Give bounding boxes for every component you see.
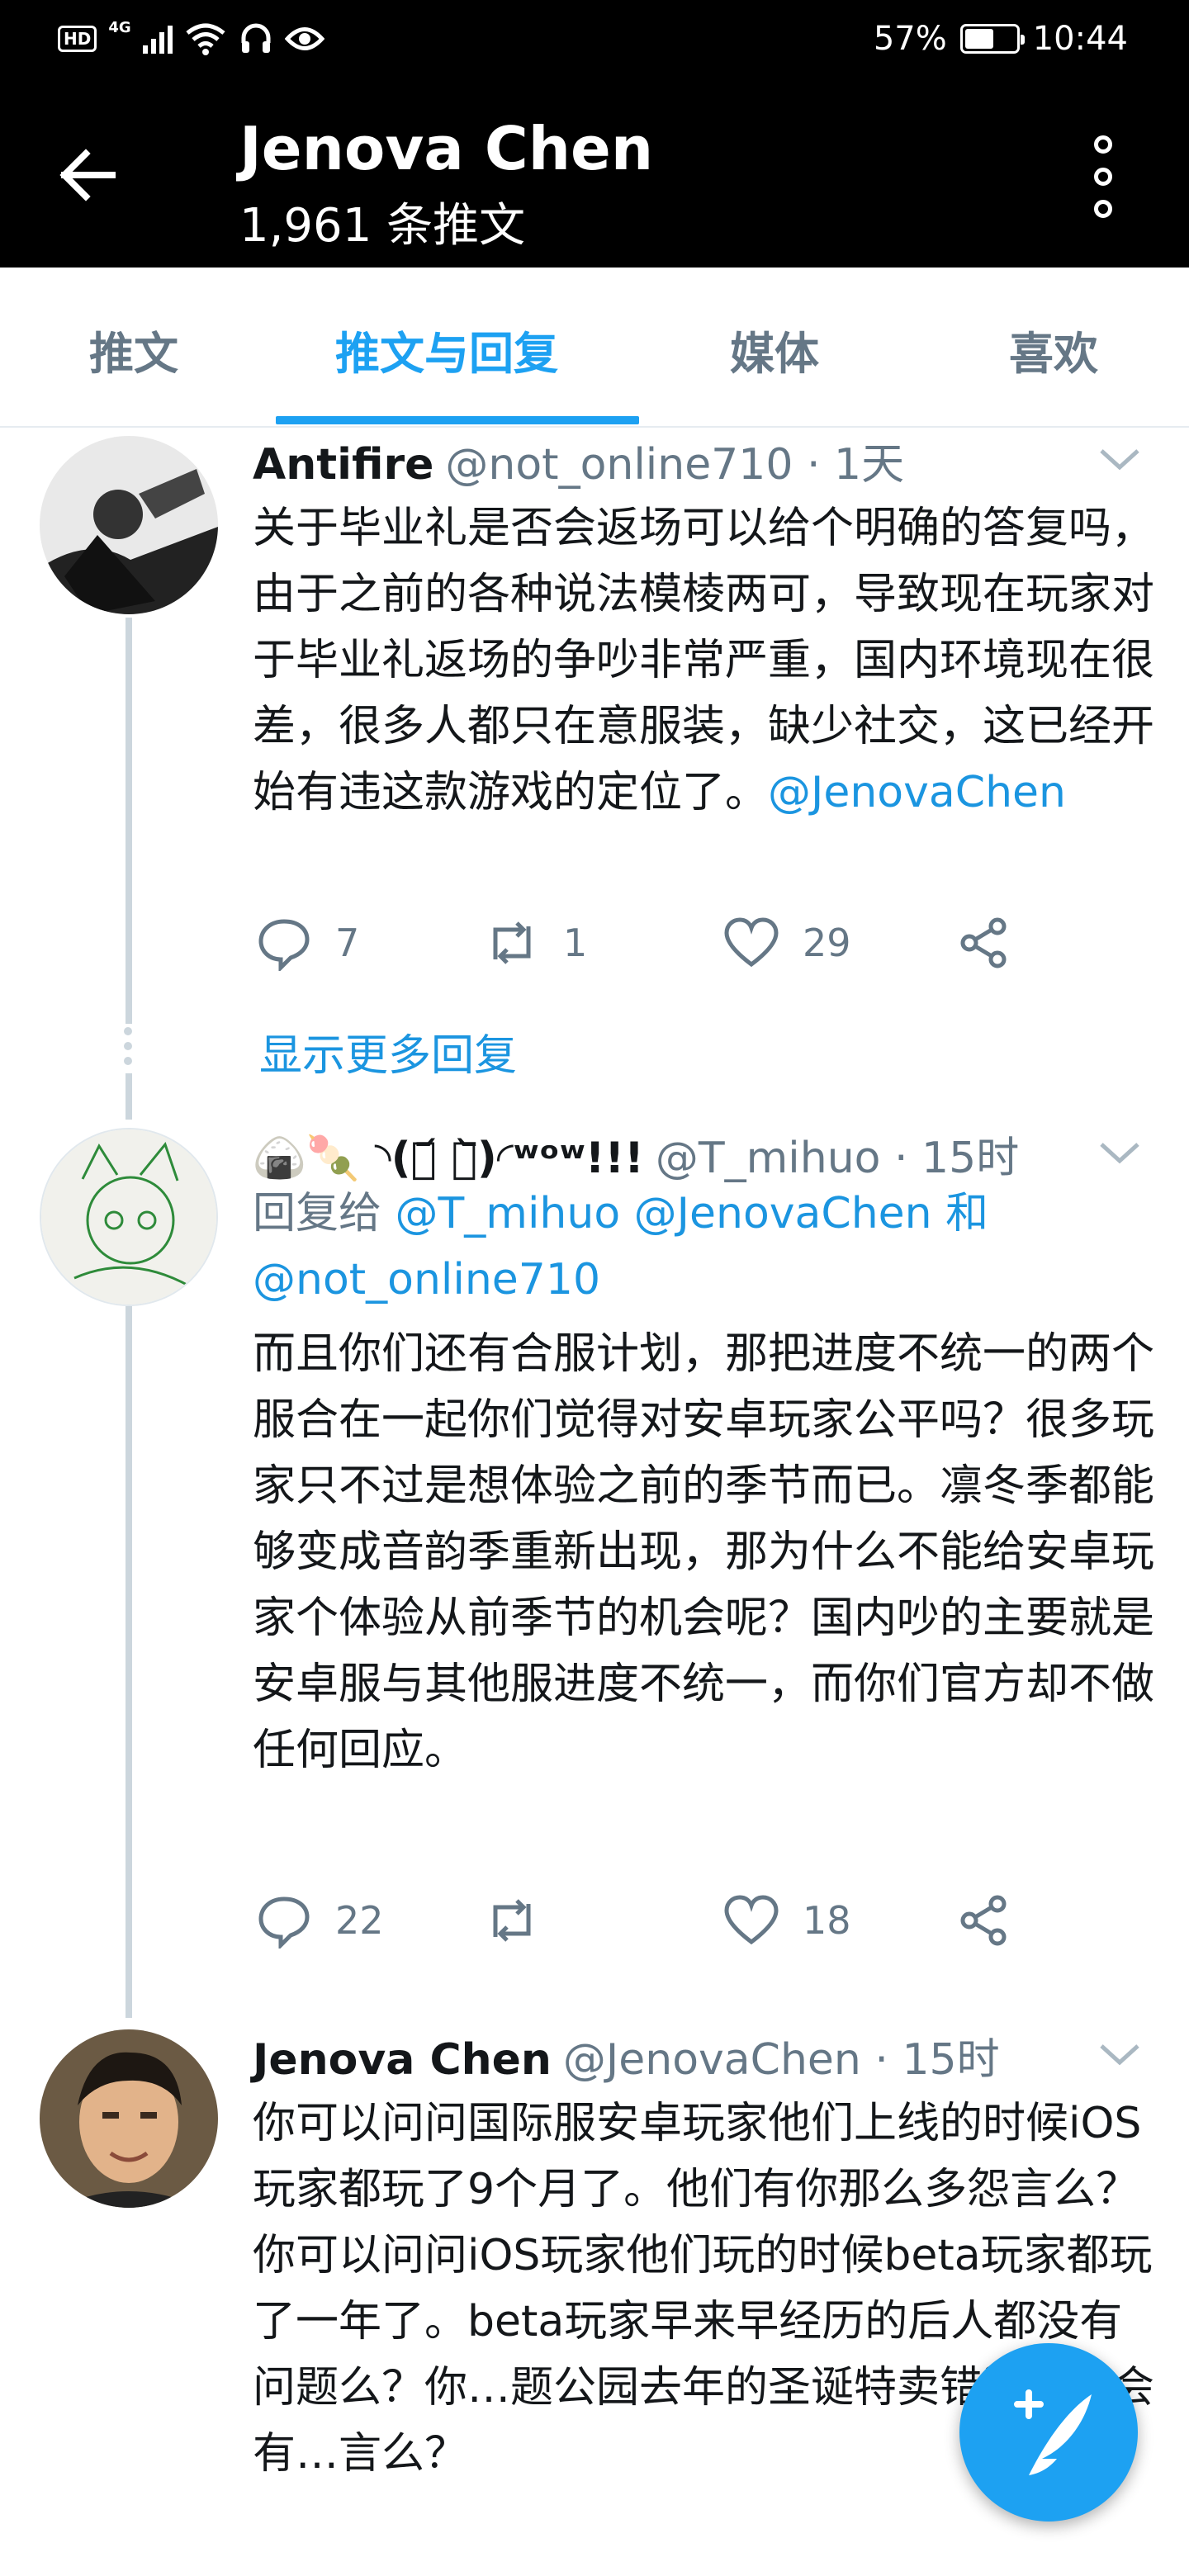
- avatar-image: [40, 2029, 218, 2208]
- status-bar: HD 4G 57% 10:44: [0, 0, 1189, 83]
- network-type: 4G: [108, 18, 131, 36]
- reply-count: 7: [335, 921, 360, 965]
- reply-icon: [258, 1896, 310, 1949]
- reply-button[interactable]: 22: [256, 1892, 384, 1949]
- like-button[interactable]: 18: [723, 1892, 851, 1949]
- mention-link[interactable]: @JenovaChen: [768, 768, 1066, 817]
- thread-line: [126, 1306, 132, 2018]
- clock: 10:44: [1032, 20, 1128, 58]
- profile-header: Jenova Chen 1,961 条推文: [0, 83, 1189, 268]
- eye-icon: [284, 27, 324, 50]
- avatar[interactable]: [40, 2029, 218, 2208]
- like-button[interactable]: 29: [723, 915, 851, 971]
- profile-tabs: 推文 推文与回复 媒体 喜欢: [0, 268, 1189, 428]
- tab-tweets[interactable]: 推文: [89, 317, 178, 382]
- reply-mentions[interactable]: @T_mihuo @JenovaChen 和: [396, 1189, 989, 1238]
- arrow-left-icon: [59, 149, 116, 201]
- battery-level: [964, 29, 993, 49]
- status-icons-left: HD 4G: [58, 18, 324, 56]
- battery-percent: 57%: [873, 20, 947, 58]
- tab-media[interactable]: 媒体: [730, 317, 819, 382]
- tweet-text: 而且你们还有合服计划，那把进度不统一的两个服合在一起你们觉得对安卓玩家公平吗？很…: [253, 1329, 1155, 1775]
- tweet-text: 关于毕业礼是否会返场可以给个明确的答复吗，由于之前的各种说法模棱两可，导致现在玩…: [253, 504, 1155, 817]
- reply-button[interactable]: 7: [256, 915, 359, 971]
- share-button[interactable]: [956, 915, 1012, 971]
- display-name[interactable]: Jenova Chen: [253, 2035, 552, 2085]
- share-button[interactable]: [956, 1892, 1012, 1949]
- tweet-header: Jenova Chen @JenovaChen · 15时: [253, 2024, 1000, 2086]
- wifi-icon: [186, 23, 225, 55]
- tweet-header: 🍙🍡 ◝(ㆆ᷄ ㆆ᷅)◜ʷᵒʷ!!! @T_mihuo · 15时: [253, 1123, 1019, 1185]
- tweet-actions: 22 18: [256, 1892, 1032, 1958]
- reply-count: 22: [335, 1898, 384, 1943]
- handle-and-time: @JenovaChen · 15时: [562, 2035, 1000, 2085]
- heart-icon: [724, 917, 779, 968]
- battery-icon: [959, 24, 1025, 54]
- back-button[interactable]: [53, 140, 122, 210]
- retweet-icon: [493, 1899, 531, 1942]
- compose-feather-icon: [1014, 2389, 1092, 2475]
- tweet-actions: 7 1 29: [256, 915, 1032, 981]
- retweet-button[interactable]: 1: [484, 915, 587, 971]
- handle-and-time: @not_online710 · 1天: [445, 440, 905, 490]
- profile-name: Jenova Chen: [239, 114, 654, 183]
- thread-line: [126, 618, 132, 1024]
- hd-badge: HD: [58, 26, 97, 52]
- retweet-button[interactable]: [484, 1892, 563, 1949]
- like-count: 18: [803, 1898, 851, 1943]
- retweet-count: 1: [563, 921, 588, 965]
- display-name[interactable]: 🍙🍡 ◝(ㆆ᷄ ㆆ᷅)◜ʷᵒʷ!!!: [253, 1133, 644, 1183]
- compose-tweet-button[interactable]: [959, 2343, 1138, 2522]
- status-icons-right: 57% 10:44: [874, 20, 1128, 58]
- thread-line: [126, 1073, 132, 1120]
- chevron-down-icon[interactable]: [1097, 2038, 1143, 2071]
- replying-to: 回复给 @T_mihuo @JenovaChen 和 @not_online71…: [253, 1189, 989, 1305]
- headset-icon: [241, 23, 271, 53]
- reply-icon: [258, 919, 310, 971]
- tweet-header: Antifire @not_online710 · 1天: [253, 429, 904, 491]
- like-count: 29: [803, 921, 851, 965]
- avatar[interactable]: [40, 436, 218, 614]
- share-icon: [960, 1895, 1007, 1946]
- tab-likes[interactable]: 喜欢: [1009, 317, 1098, 382]
- display-name[interactable]: Antifire: [253, 440, 433, 490]
- retweet-icon: [493, 921, 531, 964]
- tweet-count: 1,961 条推文: [239, 199, 526, 253]
- active-tab-indicator: [276, 416, 639, 424]
- heart-icon: [724, 1895, 779, 1945]
- tab-tweets-and-replies[interactable]: 推文与回复: [335, 317, 558, 382]
- avatar-image: [40, 436, 218, 614]
- avatar[interactable]: [40, 1128, 218, 1306]
- handle-and-time: @T_mihuo · 15时: [655, 1134, 1020, 1183]
- avatar-image: [41, 1129, 216, 1305]
- share-icon: [960, 917, 1007, 968]
- more-options-button[interactable]: [1087, 135, 1120, 218]
- more-vertical-icon: [1094, 135, 1112, 154]
- thread-ellipsis: [124, 1027, 132, 1065]
- show-more-replies-link[interactable]: 显示更多回复: [259, 1020, 517, 1082]
- signal-icon: [142, 24, 173, 54]
- chevron-down-icon[interactable]: [1097, 443, 1143, 476]
- reply-mention[interactable]: @not_online710: [253, 1255, 600, 1305]
- chevron-down-icon[interactable]: [1097, 1136, 1143, 1169]
